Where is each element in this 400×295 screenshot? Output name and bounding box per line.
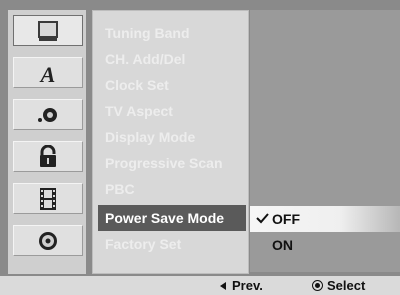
category-icon-column: A	[8, 10, 86, 274]
option-panel: OFF ON	[250, 10, 400, 272]
menu-item-pbc[interactable]: PBC	[98, 176, 246, 202]
menu-item-progressive-scan[interactable]: Progressive Scan	[98, 150, 246, 176]
menu-item-factory-set[interactable]: Factory Set	[98, 231, 246, 257]
category-tile-lock[interactable]	[13, 141, 83, 172]
film-icon	[40, 187, 56, 210]
category-tile-language[interactable]: A	[13, 57, 83, 88]
menu-item-clock-set[interactable]: Clock Set	[98, 72, 246, 98]
monitor-icon	[38, 20, 58, 41]
audio-icon	[38, 107, 57, 122]
category-tile-monitor[interactable]	[13, 15, 83, 46]
prev-hint: Prev.	[220, 276, 263, 295]
select-hint: Select	[312, 276, 365, 295]
menu-item-tv-aspect[interactable]: TV Aspect	[98, 98, 246, 124]
select-label: Select	[327, 278, 366, 293]
disc-icon	[39, 231, 57, 250]
option-on-label: ON	[272, 237, 293, 253]
category-tile-disc[interactable]	[13, 225, 83, 256]
option-off[interactable]: OFF	[250, 206, 400, 232]
menu-item-power-save-mode[interactable]: Power Save Mode	[98, 205, 246, 231]
check-icon	[256, 213, 269, 224]
option-off-label: OFF	[272, 211, 300, 227]
menu-item-display-mode[interactable]: Display Mode	[98, 124, 246, 150]
category-tile-film[interactable]	[13, 183, 83, 214]
lock-icon	[40, 144, 56, 167]
prev-label: Prev.	[232, 278, 263, 293]
option-on[interactable]: ON	[250, 232, 400, 258]
menu-item-tuning-band[interactable]: Tuning Band	[98, 20, 246, 46]
arrow-left-icon	[220, 282, 226, 290]
enter-button-icon	[312, 280, 323, 291]
menu-item-ch-add-del[interactable]: CH. Add/Del	[98, 46, 246, 72]
category-tile-audio[interactable]	[13, 99, 83, 130]
svg-text:A: A	[39, 62, 56, 85]
setup-menu-list: Tuning Band CH. Add/Del Clock Set TV Asp…	[92, 10, 249, 274]
help-bar: Prev. Select	[0, 276, 400, 295]
setup-menu-screen: A Tuning Band CH. Add/Del Clock Set TV A…	[0, 0, 400, 295]
language-a-icon: A	[39, 62, 56, 85]
